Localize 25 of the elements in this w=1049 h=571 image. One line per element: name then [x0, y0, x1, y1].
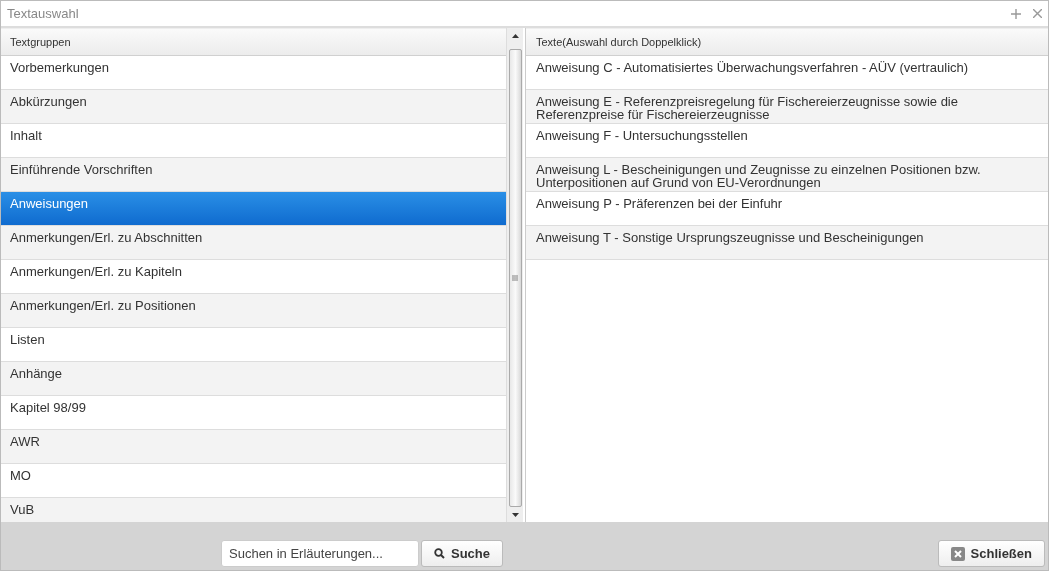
- close-icon[interactable]: [1033, 9, 1042, 18]
- list-item[interactable]: Anmerkungen/Erl. zu Abschnitten: [1, 226, 506, 260]
- list-item[interactable]: Einführende Vorschriften: [1, 158, 506, 192]
- search-button[interactable]: Suche: [421, 540, 503, 567]
- close-button[interactable]: Schließen: [937, 540, 1045, 567]
- list-item[interactable]: Anweisungen: [1, 192, 506, 226]
- plus-icon[interactable]: [1011, 8, 1021, 19]
- list-item[interactable]: VuB: [1, 498, 506, 522]
- search-icon: [434, 548, 445, 559]
- scroll-up-icon[interactable]: [511, 34, 519, 38]
- list-item[interactable]: Anweisung T - Sonstige Ursprungszeugnisse und Bescheinigungen: [526, 226, 1048, 260]
- list-item[interactable]: AWR: [1, 430, 506, 464]
- scroll-down-icon[interactable]: [511, 513, 519, 517]
- list-item[interactable]: Anmerkungen/Erl. zu Positionen: [1, 294, 506, 328]
- list-item[interactable]: Anweisung E - Referenzpreisregelung für Fischereierzeugnisse sowie die Referenzpreise für Fischereierzeugnisse: [526, 90, 1048, 124]
- list-item[interactable]: Abkürzungen: [1, 90, 506, 124]
- scrollbar[interactable]: [506, 28, 523, 522]
- column-header[interactable]: Textgruppen: [1, 28, 506, 56]
- window-title: Textauswahl: [7, 6, 80, 21]
- scroll-thumb[interactable]: [508, 49, 522, 507]
- column-header[interactable]: Texte(Auswahl durch Doppelklick): [526, 28, 1048, 56]
- list-item[interactable]: Anhänge: [1, 362, 506, 396]
- search-field[interactable]: Suchen in Erläuterungen...: [221, 540, 419, 567]
- close-icon: [950, 546, 965, 561]
- list-item[interactable]: Anweisung L - Bescheinigungen und Zeugnisse zu einzelnen Positionen bzw. Unterpositionen auf Grund von EU-Verordnungen: [526, 158, 1048, 192]
